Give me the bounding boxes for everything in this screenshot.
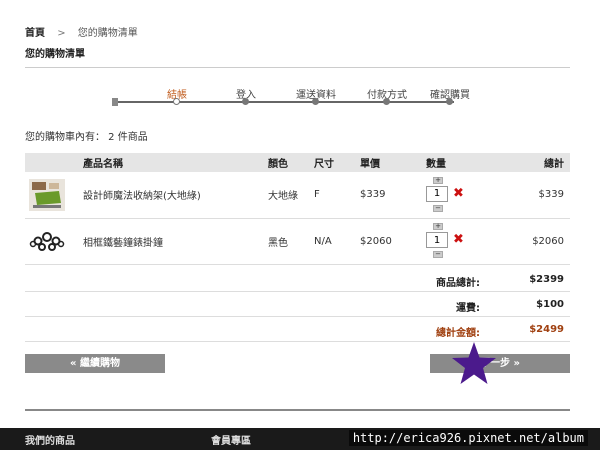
thumb-cell xyxy=(25,218,79,265)
price-header: 單價 xyxy=(356,153,422,172)
row-total: $2060 xyxy=(492,218,570,265)
product-name-link[interactable]: 相框鐵藝鐘錶掛鐘 xyxy=(79,218,264,265)
decrease-qty-button[interactable]: − xyxy=(433,251,443,258)
product-color: 大地綠 xyxy=(264,172,310,219)
progress-line xyxy=(116,101,454,103)
product-size: F xyxy=(310,172,356,219)
shipping-label: 運費: xyxy=(456,303,480,314)
quantity-input[interactable] xyxy=(426,232,448,248)
title-divider xyxy=(25,67,570,68)
increase-qty-button[interactable]: + xyxy=(433,223,443,230)
step-login: 登入 xyxy=(211,86,281,105)
progress-start-marker xyxy=(112,98,118,106)
qty-cell: + − ✖ xyxy=(422,218,492,265)
footer-our-products-link[interactable]: 我們的商品 xyxy=(25,432,75,447)
table-row: 相框鐵藝鐘錶掛鐘 黑色 N/A $2060 + − ✖ $2060 xyxy=(25,218,570,265)
next-step-button[interactable]: 下一步 » xyxy=(430,354,570,373)
thumb-header xyxy=(25,153,79,172)
wall-clock-thumbnail-icon[interactable] xyxy=(29,225,65,257)
subtotal-row: 商品總計: $2399 xyxy=(25,267,570,292)
remove-item-icon[interactable]: ✖ xyxy=(453,186,464,202)
table-header-row: 產品名稱 顏色 尺寸 單價 數量 總計 xyxy=(25,153,570,172)
subtotal-label: 商品總計: xyxy=(436,278,480,289)
thumb-cell xyxy=(25,172,79,219)
qty-header: 數量 xyxy=(422,153,492,172)
shipping-value: $100 xyxy=(536,299,564,310)
step-shipping: 運送資料 xyxy=(281,86,351,105)
step-payment: 付款方式 xyxy=(352,86,422,105)
breadcrumb-separator: > xyxy=(57,28,66,39)
footer-divider xyxy=(25,409,570,411)
table-row: 設計師魔法收納架(大地綠) 大地綠 F $339 + − ✖ $339 xyxy=(25,172,570,219)
breadcrumb-home-link[interactable]: 首頁 xyxy=(25,28,45,39)
shipping-row: 運費: $100 xyxy=(25,292,570,317)
product-price: $339 xyxy=(356,172,422,219)
page-title: 您的購物清單 xyxy=(25,49,85,60)
quantity-stepper: + − ✖ xyxy=(426,176,466,213)
step-dot-icon xyxy=(173,98,180,105)
cart-table: 產品名稱 顏色 尺寸 單價 數量 總計 設計師魔法收納架(大地綠) 大地綠 F … xyxy=(25,153,570,265)
product-price: $2060 xyxy=(356,218,422,265)
remove-item-icon[interactable]: ✖ xyxy=(453,232,464,248)
step-dot-icon xyxy=(312,98,319,105)
cart-item-count: 您的購物車內有： 2 件商品 xyxy=(25,132,148,143)
green-shelf-thumbnail-icon[interactable] xyxy=(29,178,65,211)
decrease-qty-button[interactable]: − xyxy=(433,204,443,212)
total-header: 總計 xyxy=(492,153,570,172)
row-total: $339 xyxy=(492,172,570,219)
step-dot-icon xyxy=(446,98,453,105)
grand-total-row: 總計金額: $2499 xyxy=(25,317,570,342)
breadcrumb: 首頁 > 您的購物清單 xyxy=(25,24,138,39)
product-name-link[interactable]: 設計師魔法收納架(大地綠) xyxy=(79,172,264,219)
watermark-url: http://erica926.pixnet.net/album xyxy=(348,430,588,446)
name-header: 產品名稱 xyxy=(79,153,264,172)
increase-qty-button[interactable]: + xyxy=(433,176,443,184)
step-checkout: 結帳 xyxy=(142,86,212,105)
quantity-input[interactable] xyxy=(426,185,448,202)
step-confirm: 確認購買 xyxy=(415,86,485,105)
checkout-progress: 結帳 登入 運送資料 付款方式 確認購買 xyxy=(112,86,470,110)
subtotal-value: $2399 xyxy=(529,274,564,285)
step-dot-icon xyxy=(383,98,390,105)
quantity-stepper: + − ✖ xyxy=(426,223,466,259)
color-header: 顏色 xyxy=(264,153,310,172)
grand-total-value: $2499 xyxy=(529,324,564,335)
product-size: N/A xyxy=(310,218,356,265)
step-dot-icon xyxy=(242,98,249,105)
product-color: 黑色 xyxy=(264,218,310,265)
grand-total-label: 總計金額: xyxy=(436,328,480,339)
qty-cell: + − ✖ xyxy=(422,172,492,219)
size-header: 尺寸 xyxy=(310,153,356,172)
footer-member-area-link[interactable]: 會員專區 xyxy=(211,432,251,447)
star-icon xyxy=(452,342,496,384)
breadcrumb-current: 您的購物清單 xyxy=(77,28,138,39)
continue-shopping-button[interactable]: « 繼續購物 xyxy=(25,354,165,373)
